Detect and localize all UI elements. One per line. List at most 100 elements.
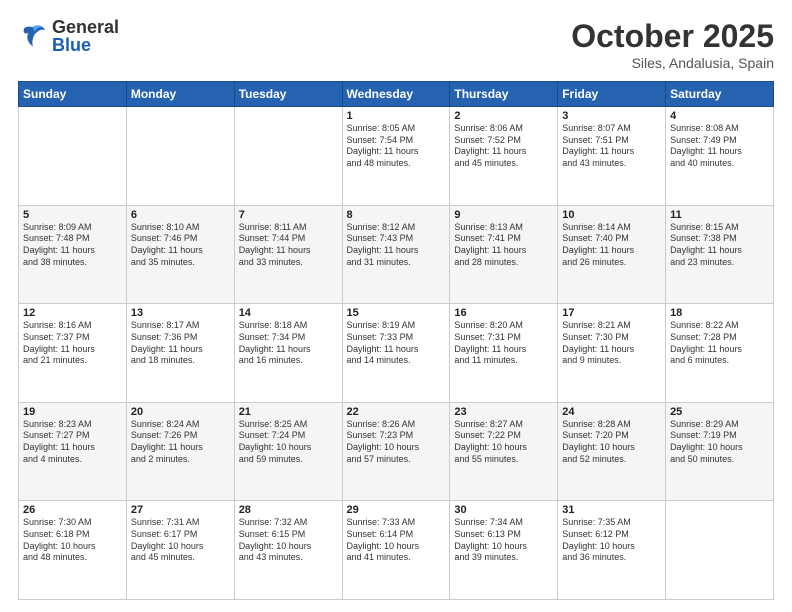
day-number: 13 — [131, 307, 230, 319]
day-number: 12 — [23, 307, 122, 319]
day-number: 1 — [347, 110, 446, 122]
calendar-cell: 20Sunrise: 8:24 AM Sunset: 7:26 PM Dayli… — [126, 402, 234, 501]
calendar-cell: 23Sunrise: 8:27 AM Sunset: 7:22 PM Dayli… — [450, 402, 558, 501]
day-info: Sunrise: 8:24 AM Sunset: 7:26 PM Dayligh… — [131, 419, 230, 466]
calendar-week-4: 19Sunrise: 8:23 AM Sunset: 7:27 PM Dayli… — [19, 402, 774, 501]
calendar-cell: 5Sunrise: 8:09 AM Sunset: 7:48 PM Daylig… — [19, 205, 127, 304]
calendar-cell: 25Sunrise: 8:29 AM Sunset: 7:19 PM Dayli… — [666, 402, 774, 501]
calendar-cell: 24Sunrise: 8:28 AM Sunset: 7:20 PM Dayli… — [558, 402, 666, 501]
calendar-cell: 17Sunrise: 8:21 AM Sunset: 7:30 PM Dayli… — [558, 304, 666, 403]
calendar-week-2: 5Sunrise: 8:09 AM Sunset: 7:48 PM Daylig… — [19, 205, 774, 304]
day-number: 31 — [562, 504, 661, 516]
day-info: Sunrise: 8:12 AM Sunset: 7:43 PM Dayligh… — [347, 222, 446, 269]
day-number: 14 — [239, 307, 338, 319]
day-info: Sunrise: 8:11 AM Sunset: 7:44 PM Dayligh… — [239, 222, 338, 269]
day-info: Sunrise: 8:15 AM Sunset: 7:38 PM Dayligh… — [670, 222, 769, 269]
calendar-location: Siles, Andalusia, Spain — [571, 55, 774, 71]
calendar-cell — [666, 501, 774, 600]
calendar-week-3: 12Sunrise: 8:16 AM Sunset: 7:37 PM Dayli… — [19, 304, 774, 403]
calendar-cell: 22Sunrise: 8:26 AM Sunset: 7:23 PM Dayli… — [342, 402, 450, 501]
calendar-cell: 9Sunrise: 8:13 AM Sunset: 7:41 PM Daylig… — [450, 205, 558, 304]
calendar-cell: 6Sunrise: 8:10 AM Sunset: 7:46 PM Daylig… — [126, 205, 234, 304]
day-number: 7 — [239, 209, 338, 221]
day-info: Sunrise: 8:16 AM Sunset: 7:37 PM Dayligh… — [23, 320, 122, 367]
day-info: Sunrise: 8:20 AM Sunset: 7:31 PM Dayligh… — [454, 320, 553, 367]
calendar-cell: 12Sunrise: 8:16 AM Sunset: 7:37 PM Dayli… — [19, 304, 127, 403]
day-info: Sunrise: 8:21 AM Sunset: 7:30 PM Dayligh… — [562, 320, 661, 367]
calendar-cell: 10Sunrise: 8:14 AM Sunset: 7:40 PM Dayli… — [558, 205, 666, 304]
col-friday: Friday — [558, 82, 666, 107]
calendar-cell: 3Sunrise: 8:07 AM Sunset: 7:51 PM Daylig… — [558, 107, 666, 206]
day-info: Sunrise: 8:22 AM Sunset: 7:28 PM Dayligh… — [670, 320, 769, 367]
day-number: 17 — [562, 307, 661, 319]
day-number: 19 — [23, 406, 122, 418]
day-number: 6 — [131, 209, 230, 221]
col-sunday: Sunday — [19, 82, 127, 107]
day-number: 10 — [562, 209, 661, 221]
day-info: Sunrise: 8:09 AM Sunset: 7:48 PM Dayligh… — [23, 222, 122, 269]
day-info: Sunrise: 8:14 AM Sunset: 7:40 PM Dayligh… — [562, 222, 661, 269]
day-info: Sunrise: 8:29 AM Sunset: 7:19 PM Dayligh… — [670, 419, 769, 466]
calendar-cell — [126, 107, 234, 206]
day-info: Sunrise: 8:17 AM Sunset: 7:36 PM Dayligh… — [131, 320, 230, 367]
day-number: 25 — [670, 406, 769, 418]
day-number: 11 — [670, 209, 769, 221]
calendar-cell: 8Sunrise: 8:12 AM Sunset: 7:43 PM Daylig… — [342, 205, 450, 304]
day-info: Sunrise: 7:30 AM Sunset: 6:18 PM Dayligh… — [23, 517, 122, 564]
calendar-cell: 15Sunrise: 8:19 AM Sunset: 7:33 PM Dayli… — [342, 304, 450, 403]
calendar-cell: 31Sunrise: 7:35 AM Sunset: 6:12 PM Dayli… — [558, 501, 666, 600]
calendar-week-1: 1Sunrise: 8:05 AM Sunset: 7:54 PM Daylig… — [19, 107, 774, 206]
col-thursday: Thursday — [450, 82, 558, 107]
page: General Blue October 2025 Siles, Andalus… — [0, 0, 792, 612]
calendar-header-row: Sunday Monday Tuesday Wednesday Thursday… — [19, 82, 774, 107]
day-number: 4 — [670, 110, 769, 122]
day-number: 18 — [670, 307, 769, 319]
day-number: 21 — [239, 406, 338, 418]
col-monday: Monday — [126, 82, 234, 107]
calendar-cell: 11Sunrise: 8:15 AM Sunset: 7:38 PM Dayli… — [666, 205, 774, 304]
calendar-cell: 26Sunrise: 7:30 AM Sunset: 6:18 PM Dayli… — [19, 501, 127, 600]
calendar-cell: 2Sunrise: 8:06 AM Sunset: 7:52 PM Daylig… — [450, 107, 558, 206]
logo-text: General Blue — [52, 18, 119, 54]
day-number: 30 — [454, 504, 553, 516]
day-number: 28 — [239, 504, 338, 516]
day-number: 9 — [454, 209, 553, 221]
day-number: 29 — [347, 504, 446, 516]
calendar-cell: 16Sunrise: 8:20 AM Sunset: 7:31 PM Dayli… — [450, 304, 558, 403]
day-info: Sunrise: 8:13 AM Sunset: 7:41 PM Dayligh… — [454, 222, 553, 269]
day-info: Sunrise: 8:27 AM Sunset: 7:22 PM Dayligh… — [454, 419, 553, 466]
calendar-cell: 18Sunrise: 8:22 AM Sunset: 7:28 PM Dayli… — [666, 304, 774, 403]
day-info: Sunrise: 8:06 AM Sunset: 7:52 PM Dayligh… — [454, 123, 553, 170]
day-number: 15 — [347, 307, 446, 319]
day-info: Sunrise: 7:35 AM Sunset: 6:12 PM Dayligh… — [562, 517, 661, 564]
day-info: Sunrise: 7:31 AM Sunset: 6:17 PM Dayligh… — [131, 517, 230, 564]
header: General Blue October 2025 Siles, Andalus… — [18, 18, 774, 71]
day-number: 20 — [131, 406, 230, 418]
calendar-cell: 21Sunrise: 8:25 AM Sunset: 7:24 PM Dayli… — [234, 402, 342, 501]
day-info: Sunrise: 8:05 AM Sunset: 7:54 PM Dayligh… — [347, 123, 446, 170]
calendar-cell: 30Sunrise: 7:34 AM Sunset: 6:13 PM Dayli… — [450, 501, 558, 600]
calendar-cell: 29Sunrise: 7:33 AM Sunset: 6:14 PM Dayli… — [342, 501, 450, 600]
logo-blue-text: Blue — [52, 36, 119, 54]
day-info: Sunrise: 8:23 AM Sunset: 7:27 PM Dayligh… — [23, 419, 122, 466]
logo-general-text: General — [52, 18, 119, 36]
day-info: Sunrise: 8:19 AM Sunset: 7:33 PM Dayligh… — [347, 320, 446, 367]
day-number: 2 — [454, 110, 553, 122]
logo: General Blue — [18, 18, 119, 54]
day-number: 27 — [131, 504, 230, 516]
calendar-cell: 28Sunrise: 7:32 AM Sunset: 6:15 PM Dayli… — [234, 501, 342, 600]
day-info: Sunrise: 7:32 AM Sunset: 6:15 PM Dayligh… — [239, 517, 338, 564]
day-info: Sunrise: 8:26 AM Sunset: 7:23 PM Dayligh… — [347, 419, 446, 466]
col-wednesday: Wednesday — [342, 82, 450, 107]
calendar-week-5: 26Sunrise: 7:30 AM Sunset: 6:18 PM Dayli… — [19, 501, 774, 600]
day-info: Sunrise: 8:25 AM Sunset: 7:24 PM Dayligh… — [239, 419, 338, 466]
day-number: 23 — [454, 406, 553, 418]
day-number: 24 — [562, 406, 661, 418]
day-number: 22 — [347, 406, 446, 418]
title-block: October 2025 Siles, Andalusia, Spain — [571, 18, 774, 71]
calendar-title: October 2025 — [571, 18, 774, 55]
calendar-table: Sunday Monday Tuesday Wednesday Thursday… — [18, 81, 774, 600]
day-info: Sunrise: 7:34 AM Sunset: 6:13 PM Dayligh… — [454, 517, 553, 564]
day-info: Sunrise: 8:07 AM Sunset: 7:51 PM Dayligh… — [562, 123, 661, 170]
calendar-cell — [19, 107, 127, 206]
